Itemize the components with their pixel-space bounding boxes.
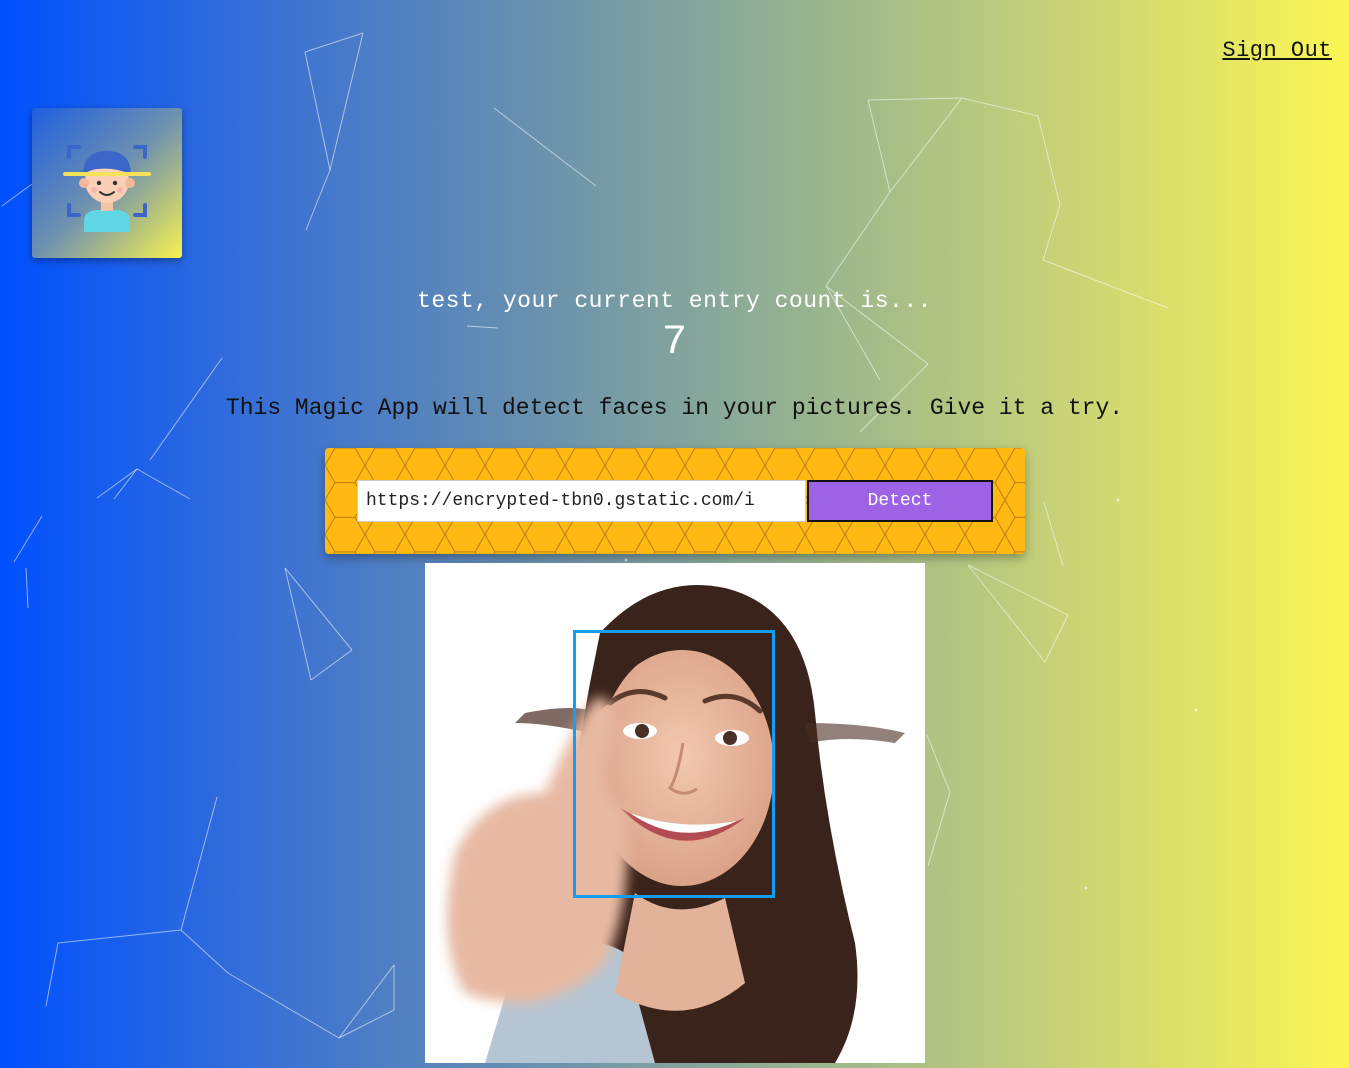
image-link-form: Detect xyxy=(325,448,1025,554)
app-logo xyxy=(32,108,182,258)
image-url-input[interactable] xyxy=(357,480,806,522)
app-description: This Magic App will detect faces in your… xyxy=(225,395,1124,421)
face-bounding-box xyxy=(573,630,775,898)
detect-button[interactable]: Detect xyxy=(807,480,993,522)
result-image xyxy=(425,563,925,1063)
entry-count-value: 7 xyxy=(661,318,688,366)
entry-count-label: test, your current entry count is... xyxy=(417,288,932,314)
sign-out-link[interactable]: Sign Out xyxy=(1222,38,1332,63)
face-scan-icon xyxy=(63,145,151,232)
